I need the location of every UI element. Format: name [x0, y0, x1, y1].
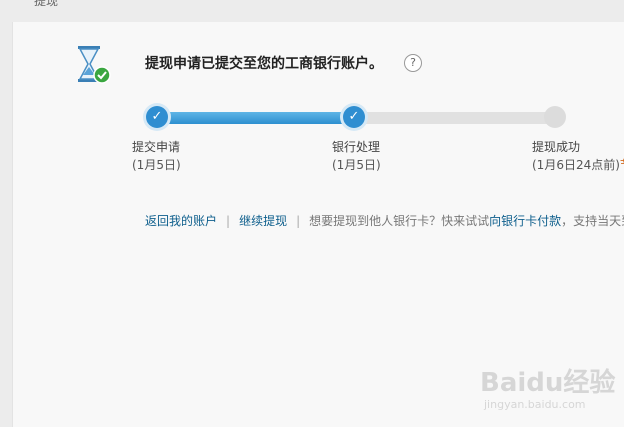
- step-3-node: [544, 106, 566, 128]
- progress-fill: [157, 112, 356, 124]
- step-1-label: 提交申请: [132, 140, 181, 154]
- baidu-watermark: Baidu经验: [480, 368, 616, 398]
- watermark-url: jingyan.baidu.com: [484, 398, 586, 411]
- divider: |: [226, 214, 231, 228]
- status-headline: 提现申请已提交至您的工商银行账户。: [145, 56, 383, 72]
- continue-withdraw-link[interactable]: 继续提现: [239, 214, 287, 228]
- step-3-label: 提现成功: [532, 140, 581, 154]
- step-1-node: ✓: [146, 106, 168, 128]
- step-2-date: (1月5日): [332, 158, 381, 172]
- step-3-date-text: (1月6日24点前): [532, 158, 620, 172]
- divider: |: [296, 214, 301, 228]
- bank-card-payment-link[interactable]: 向银行卡付款: [489, 214, 561, 228]
- step-3-date: (1月6日24点前)节: [532, 156, 624, 173]
- hint-prefix: 想要提现到他人银行卡？快来试试: [309, 214, 490, 228]
- top-strip: 提现: [0, 0, 624, 22]
- step-3-date-more: 节: [620, 158, 624, 172]
- back-to-account-link[interactable]: 返回我的账户: [145, 214, 217, 228]
- action-links: 返回我的账户 | 继续提现 | 想要提现到他人银行卡？快来试试向银行卡付款，支持当天到: [145, 212, 624, 229]
- hint-suffix: ，支持当天到: [561, 214, 624, 228]
- step-1-date: (1月5日): [132, 158, 181, 172]
- step-2-node: ✓: [343, 106, 365, 128]
- help-icon[interactable]: ?: [404, 54, 422, 72]
- step-2-label: 银行处理: [332, 140, 381, 154]
- hourglass-check-icon: [78, 46, 111, 84]
- breadcrumb: 提现: [34, 0, 59, 8]
